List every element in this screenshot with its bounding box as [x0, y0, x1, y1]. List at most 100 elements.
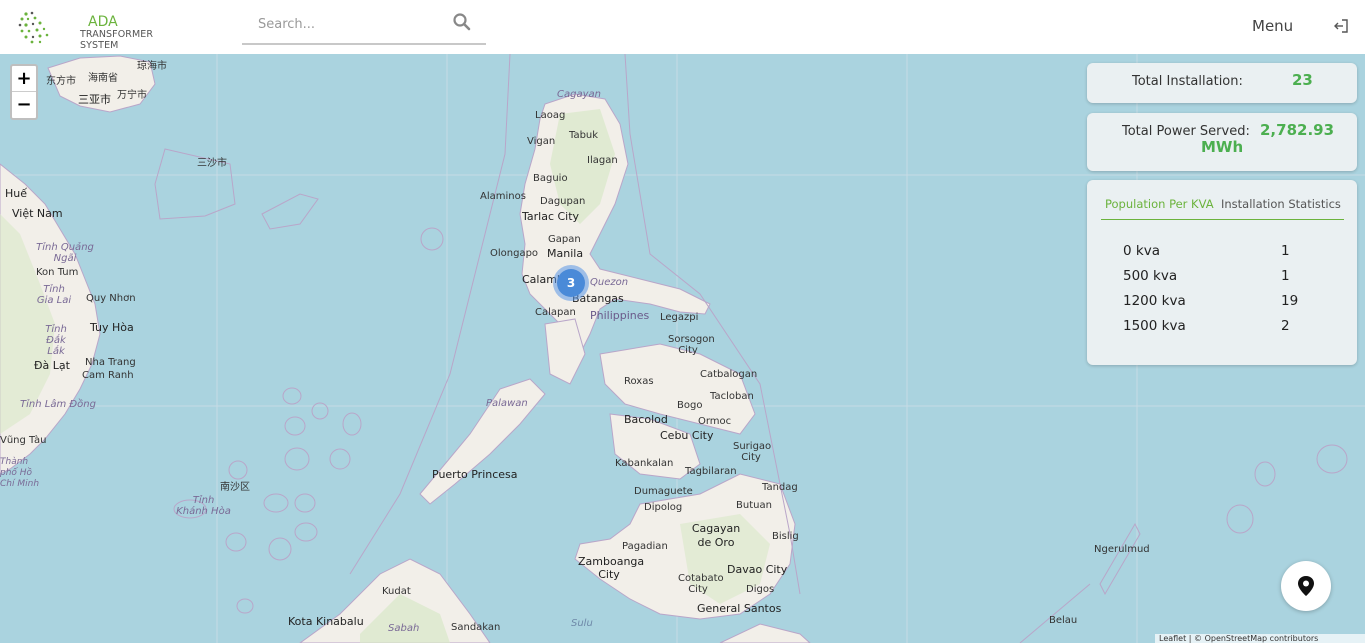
- kva-value: 1: [1281, 268, 1290, 284]
- map-label: Tuy Hòa: [90, 321, 134, 334]
- map-label: Huế: [5, 187, 28, 200]
- map-label: Cagayan de Oro: [691, 522, 741, 549]
- total-power-value: 2,782.93: [1260, 121, 1335, 139]
- map-label: Legazpi: [660, 312, 699, 323]
- map-label: 万宁市: [117, 90, 147, 101]
- map-label: Baguio: [533, 173, 568, 184]
- map-label: Sulu: [571, 618, 593, 629]
- map-label: Tagbilaran: [685, 466, 737, 477]
- map-label: Tỉnh Lâm Đồng: [20, 399, 96, 410]
- cluster-count: 3: [557, 269, 585, 297]
- map-label: Philippines: [590, 309, 650, 322]
- map-label: Zamboanga City: [578, 555, 645, 581]
- map-label: 南沙区: [220, 482, 250, 493]
- locate-button[interactable]: [1281, 561, 1331, 611]
- map-label: Bislig: [772, 531, 799, 542]
- kva-label: 0 kva: [1123, 243, 1160, 259]
- total-power-card: Total Power Served: 2,782.93 MWh: [1087, 113, 1357, 171]
- marker-cluster[interactable]: 3: [553, 265, 589, 301]
- map-label: Sandakan: [451, 622, 501, 633]
- kva-row: 1200 kva 19: [1123, 293, 1313, 311]
- map-label: Manila: [547, 247, 584, 260]
- map-label: Sabah: [388, 623, 420, 634]
- map-label: Cagayan: [557, 89, 601, 100]
- map-label: 琼海市: [137, 61, 167, 72]
- zoom-control: + −: [10, 64, 38, 120]
- map-label: Vũng Tàu: [0, 435, 47, 446]
- map-label: Bogo: [677, 400, 703, 411]
- map-label: Quezon: [590, 277, 629, 288]
- logo-title: ADA: [88, 14, 118, 30]
- map-label: Dipolog: [644, 502, 683, 513]
- map-label: Việt Nam: [12, 207, 63, 220]
- map-label: Vigan: [527, 136, 556, 147]
- kva-label: 500 kva: [1123, 268, 1178, 284]
- kva-row: 1500 kva 2: [1123, 318, 1313, 336]
- map-label: Surigao City: [733, 441, 772, 463]
- search-icon[interactable]: [452, 12, 472, 32]
- logout-icon[interactable]: [1333, 18, 1349, 34]
- map-label: Dumaguete: [634, 486, 693, 497]
- logo-dots-icon: [18, 11, 49, 44]
- map-label: Roxas: [624, 376, 654, 387]
- map-label: 三沙市: [197, 158, 227, 169]
- tab-installation-statistics[interactable]: Installation Statistics: [1221, 197, 1341, 211]
- map-attribution[interactable]: Leaflet | © OpenStreetMap contributors: [1155, 634, 1365, 643]
- tab-population-per-kva[interactable]: Population Per KVA: [1105, 197, 1214, 211]
- zoom-out-button[interactable]: −: [12, 92, 36, 118]
- map-label: Tacloban: [710, 391, 754, 402]
- map-label: Ilagan: [587, 155, 618, 166]
- search-input[interactable]: [258, 14, 448, 34]
- map-label: Kabankalan: [615, 458, 674, 469]
- map-label: Dagupan: [540, 196, 586, 207]
- map-label: Digos: [746, 584, 775, 595]
- total-installation-value: 23: [1292, 71, 1313, 89]
- map-label: Alaminos: [480, 191, 526, 202]
- map-label: Belau: [1049, 615, 1078, 626]
- map-label: Laoag: [535, 110, 566, 121]
- app-logo[interactable]: ADA TRANSFORMER SYSTEM: [18, 10, 178, 51]
- total-power-unit: MWh: [1201, 138, 1244, 156]
- map-label: Tỉnh Khánh Hòa: [176, 495, 231, 517]
- kva-statistics-card: Population Per KVA Installation Statisti…: [1087, 180, 1357, 365]
- map-label: Gapan: [548, 234, 581, 245]
- map-label: Cebu City: [660, 429, 714, 442]
- map-label: Kota Kinabalu: [288, 615, 364, 628]
- map-label: Butuan: [736, 500, 772, 511]
- map-label: 海南省: [88, 73, 118, 84]
- kva-value: 2: [1281, 318, 1290, 334]
- map-label: Thành phố Hồ Chí Minh: [0, 457, 40, 489]
- map-label: Catbalogan: [700, 369, 758, 380]
- kva-row: 0 kva 1: [1123, 243, 1313, 261]
- zoom-in-button[interactable]: +: [12, 66, 36, 92]
- map-label: Davao City: [727, 563, 788, 576]
- map-label: Olongapo: [490, 248, 539, 259]
- menu-button[interactable]: Menu: [1252, 17, 1293, 35]
- map-label: Puerto Princesa: [432, 468, 518, 481]
- location-pin-icon: [1298, 576, 1314, 596]
- map-label: 东方市: [46, 76, 76, 87]
- map-label: Palawan: [486, 398, 528, 409]
- kva-value: 19: [1281, 293, 1299, 309]
- map-label: Tỉnh Đắk Lắk: [45, 324, 67, 357]
- map-label: Quy Nhơn: [86, 293, 136, 304]
- map-label: Tarlac City: [522, 210, 580, 223]
- map-label: Kon Tum: [36, 267, 79, 278]
- total-power-label: Total Power Served:: [1122, 124, 1250, 139]
- kva-row: 500 kva 1: [1123, 268, 1313, 286]
- map-label: Calapan: [535, 307, 576, 318]
- stats-tabs: Population Per KVA Installation Statisti…: [1101, 196, 1344, 220]
- map-label: Đà Lạt: [34, 359, 70, 372]
- top-header: ADA TRANSFORMER SYSTEM Menu: [0, 0, 1365, 54]
- map-label: Cotabato City: [678, 573, 724, 595]
- total-installation-card: Total Installation: 23: [1087, 63, 1357, 103]
- map-view[interactable]: 东方市 海南省 琼海市 三亚市 万宁市 三沙市 Huế Việt Nam Tỉn…: [0, 54, 1365, 643]
- map-label: Tỉnh Gia Lai: [36, 284, 72, 306]
- map-label: Tandag: [762, 482, 798, 493]
- kva-label: 1200 kva: [1123, 293, 1186, 309]
- map-label: General Santos: [697, 602, 782, 615]
- map-label: Cam Ranh: [82, 370, 134, 381]
- map-label: Nha Trang: [85, 357, 136, 368]
- map-label: Ngerulmud: [1094, 544, 1150, 555]
- total-installation-label: Total Installation:: [1132, 74, 1243, 89]
